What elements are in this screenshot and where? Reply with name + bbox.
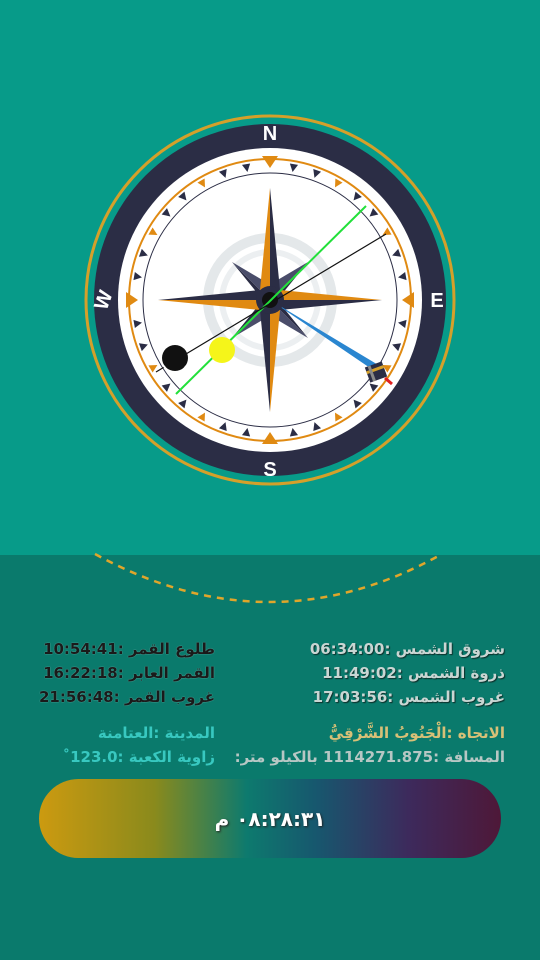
direction-text: الاتجاه :الْجَنُوبُ الشَّرْقِيُّ xyxy=(328,724,505,742)
clock-bar: ٠٨:٢٨:٣١ م xyxy=(39,779,501,858)
sunrise-text: شروق الشمس :06:34:00 xyxy=(309,640,505,658)
kaaba-angle-text: زاوية الكعبة :123.0˚ xyxy=(62,748,215,766)
city-text: المدينة :العتامنة xyxy=(97,724,215,742)
compass-east-label: E xyxy=(430,290,443,312)
compass-south-label: S xyxy=(263,459,276,481)
distance-text: المسافة :1114271.875 بالكيلو متر: xyxy=(234,748,505,766)
moonrise-text: طلوع القمر :10:54:41 xyxy=(43,640,215,658)
zenith-text: ذروة الشمس :11:49:02 xyxy=(322,664,505,682)
moon-transit-text: القمر العابر :16:22:18 xyxy=(43,664,215,682)
moon-icon xyxy=(162,345,188,371)
sun-icon xyxy=(209,337,235,363)
clock-time: ٠٨:٢٨:٣١ م xyxy=(214,806,326,831)
moonset-text: غروب القمر :21:56:48 xyxy=(39,688,215,706)
sunset-text: غروب الشمس :17:03:56 xyxy=(312,688,505,706)
compass-north-label: N xyxy=(263,123,277,145)
compass: N S E W xyxy=(84,114,456,486)
decorative-arc xyxy=(94,552,443,604)
